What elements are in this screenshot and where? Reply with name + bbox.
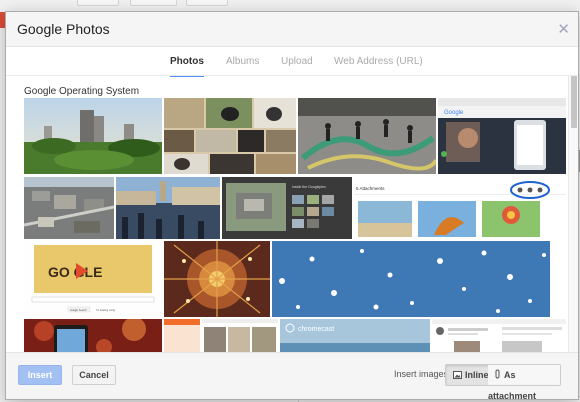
- photo-maps-screenshot: Inside the Googleplex: [222, 177, 352, 239]
- photo-google-doodle: GO GLE Google Search I'm Feeling Lucky: [24, 241, 162, 317]
- photo-tile[interactable]: [164, 319, 278, 354]
- dialog-title-bar: Google Photos ✕: [6, 12, 578, 47]
- photo-tile[interactable]: GO GLE Google Search I'm Feeling Lucky: [24, 241, 162, 317]
- close-icon[interactable]: ✕: [557, 20, 570, 38]
- photo-tile[interactable]: 5 Attachments: [354, 177, 566, 239]
- background-button: [130, 0, 177, 6]
- svg-text:Inside the Googleplex: Inside the Googleplex: [292, 185, 326, 189]
- photo-chromecast: chromecast: [280, 319, 430, 354]
- insert-button[interactable]: Insert: [18, 365, 62, 385]
- tab-divider: [6, 75, 578, 76]
- photo-tile[interactable]: [164, 98, 296, 174]
- doodle-letters: GO GLE: [48, 264, 102, 280]
- tab-web-address[interactable]: Web Address (URL): [334, 56, 423, 75]
- photo-tile[interactable]: [272, 241, 550, 317]
- doodle-button-2: I'm Feeling Lucky: [96, 309, 116, 312]
- photo-tile[interactable]: [164, 241, 270, 317]
- photo-tile[interactable]: [24, 319, 162, 354]
- photo-graffiti-skateboard: [298, 98, 436, 174]
- google-photos-dialog: Google Photos ✕ Photos Albums Upload Web…: [5, 11, 579, 400]
- photo-dogs-collage: [164, 98, 296, 174]
- chromecast-label: chromecast: [298, 326, 334, 333]
- photo-tile[interactable]: Google: [438, 98, 566, 174]
- photo-city-skyline: [24, 98, 162, 174]
- photo-festive-dome: [164, 241, 270, 317]
- background-button: [186, 0, 228, 6]
- photo-social-post: [432, 319, 566, 354]
- photo-tile[interactable]: Inside the Googleplex: [222, 177, 352, 239]
- photo-aerial-city: [24, 177, 114, 239]
- photo-tile[interactable]: chromecast: [280, 319, 430, 354]
- background-button: [77, 0, 119, 6]
- dialog-footer: Insert Cancel Insert images Inline As at…: [6, 352, 578, 399]
- doodle-button-1: Google Search: [70, 309, 87, 312]
- insert-images-label: Insert images: [394, 369, 449, 379]
- photo-attachments-screenshot: 5 Attachments: [354, 177, 566, 239]
- image-icon: [453, 366, 462, 386]
- photo-tile[interactable]: [432, 319, 566, 354]
- photo-tile[interactable]: [298, 98, 436, 174]
- photo-tile[interactable]: [24, 177, 114, 239]
- inline-toggle[interactable]: Inline: [445, 364, 490, 386]
- tab-upload[interactable]: Upload: [281, 56, 313, 75]
- tab-bar: Photos Albums Upload Web Address (URL): [6, 46, 578, 86]
- photo-scrollbar-thumb[interactable]: [571, 76, 577, 128]
- inline-label: Inline: [465, 370, 489, 380]
- dialog-title: Google Photos: [17, 21, 110, 37]
- photo-grid: Google Inside the Googleplex 5 Attachmen…: [24, 98, 566, 354]
- photo-red-bokeh-phone: [24, 319, 162, 354]
- attachments-heading: 5 Attachments: [356, 186, 385, 191]
- paperclip-icon: [494, 366, 501, 386]
- cancel-button[interactable]: Cancel: [72, 365, 116, 385]
- photo-orange-app: [164, 319, 278, 354]
- album-title: Google Operating System: [24, 86, 140, 97]
- photo-google-phone: Google: [438, 98, 566, 174]
- tab-albums[interactable]: Albums: [226, 56, 259, 75]
- photo-tile[interactable]: [116, 177, 220, 239]
- photo-snowy-sky: [272, 241, 550, 317]
- photo-tile[interactable]: [24, 98, 162, 174]
- svg-text:Google: Google: [444, 110, 464, 116]
- attachment-toggle[interactable]: As attachment: [488, 364, 561, 399]
- tab-photos[interactable]: Photos: [170, 56, 204, 77]
- photo-venice-gondolas: [116, 177, 220, 239]
